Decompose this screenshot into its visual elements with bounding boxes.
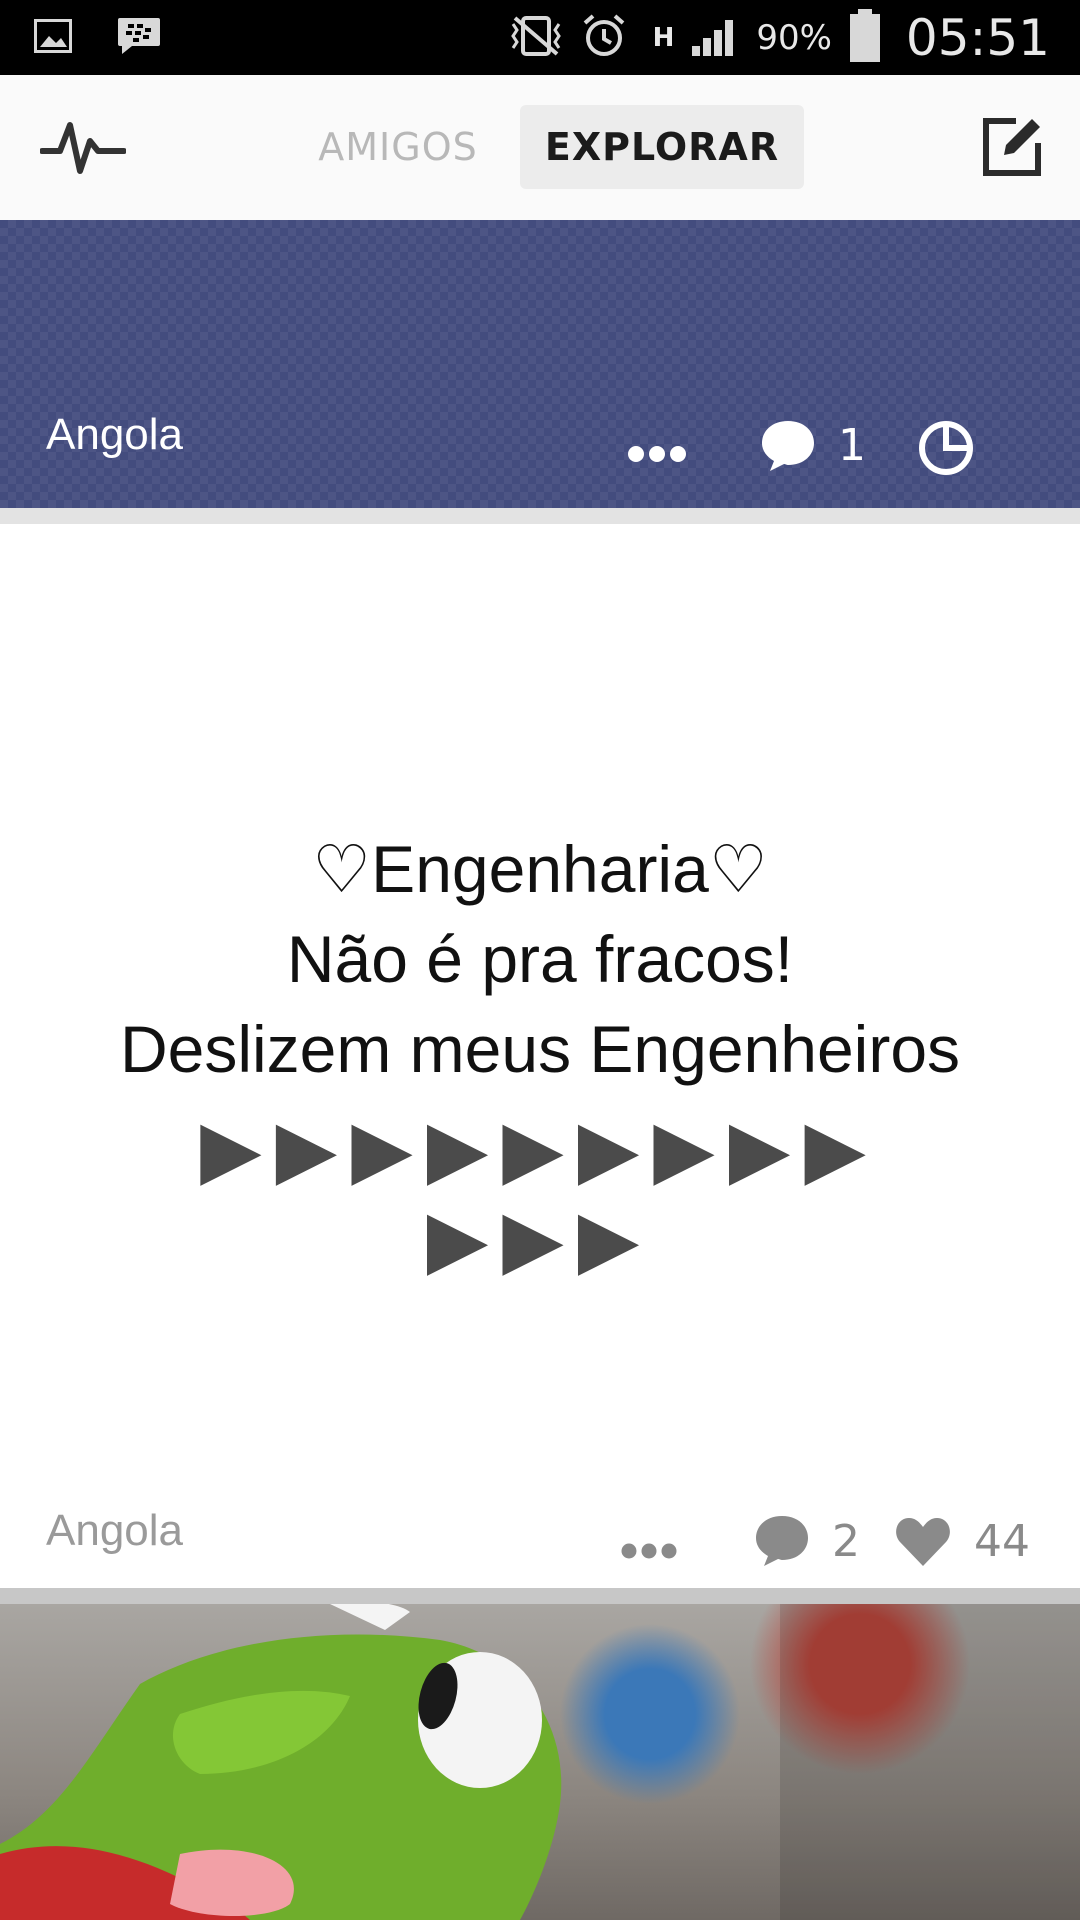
post-more-options-icon[interactable]: [620, 1542, 678, 1565]
post-line-3: Deslizem meus Engenheiros: [119, 1012, 961, 1086]
pie-chart-icon[interactable]: [916, 418, 976, 483]
signal-icon: [690, 14, 740, 63]
comment-icon[interactable]: [758, 417, 818, 478]
feed-divider: [0, 508, 1080, 524]
vibrate-icon: [507, 14, 565, 63]
compose-icon[interactable]: [980, 115, 1044, 184]
pulse-icon[interactable]: [39, 115, 127, 184]
post-comment-count: 2: [832, 1516, 860, 1567]
network-type: H: [652, 23, 675, 53]
post-footer: Angola 2 44: [0, 1484, 1080, 1584]
battery-percent: 90%: [756, 18, 832, 58]
community-name[interactable]: Angola: [46, 410, 183, 460]
app-header: AMIGOS EXPLORAR: [0, 75, 1080, 221]
tab-explorar[interactable]: EXPLORAR: [520, 105, 804, 189]
post-community-name[interactable]: Angola: [46, 1506, 183, 1556]
status-bar: H 90% 05:51: [0, 0, 1080, 75]
next-post-image[interactable]: [0, 1604, 1080, 1920]
post-text: ♡Engenharia♡ Não é pra fracos! Deslizem …: [0, 824, 1080, 1094]
arrow-row: ▶▶▶▶▶▶▶▶▶ ▶▶▶: [0, 1104, 1080, 1284]
gallery-icon: [34, 19, 72, 58]
like-heart-icon[interactable]: [894, 1514, 952, 1573]
post-card[interactable]: ♡Engenharia♡ Não é pra fracos! Deslizem …: [0, 524, 1080, 1588]
comment-count: 1: [838, 420, 866, 471]
arrow-row-1: ▶▶▶▶▶▶▶▶▶: [200, 1102, 880, 1195]
community-banner[interactable]: Angola 1: [0, 220, 1080, 508]
post-comment-icon[interactable]: [752, 1512, 812, 1573]
post-line-2: Não é pra fracos!: [286, 922, 794, 996]
like-count: 44: [974, 1516, 1030, 1567]
post-line-1: ♡Engenharia♡: [312, 832, 768, 906]
kermit-image: [0, 1604, 1080, 1920]
alarm-icon: [581, 13, 627, 64]
arrow-row-2: ▶▶▶: [426, 1192, 654, 1285]
more-options-icon[interactable]: [626, 444, 688, 469]
tab-amigos[interactable]: AMIGOS: [300, 105, 496, 189]
battery-icon: [848, 8, 882, 69]
bbm-icon: [116, 16, 162, 61]
feed-divider: [0, 1588, 1080, 1604]
clock: 05:51: [905, 9, 1050, 67]
